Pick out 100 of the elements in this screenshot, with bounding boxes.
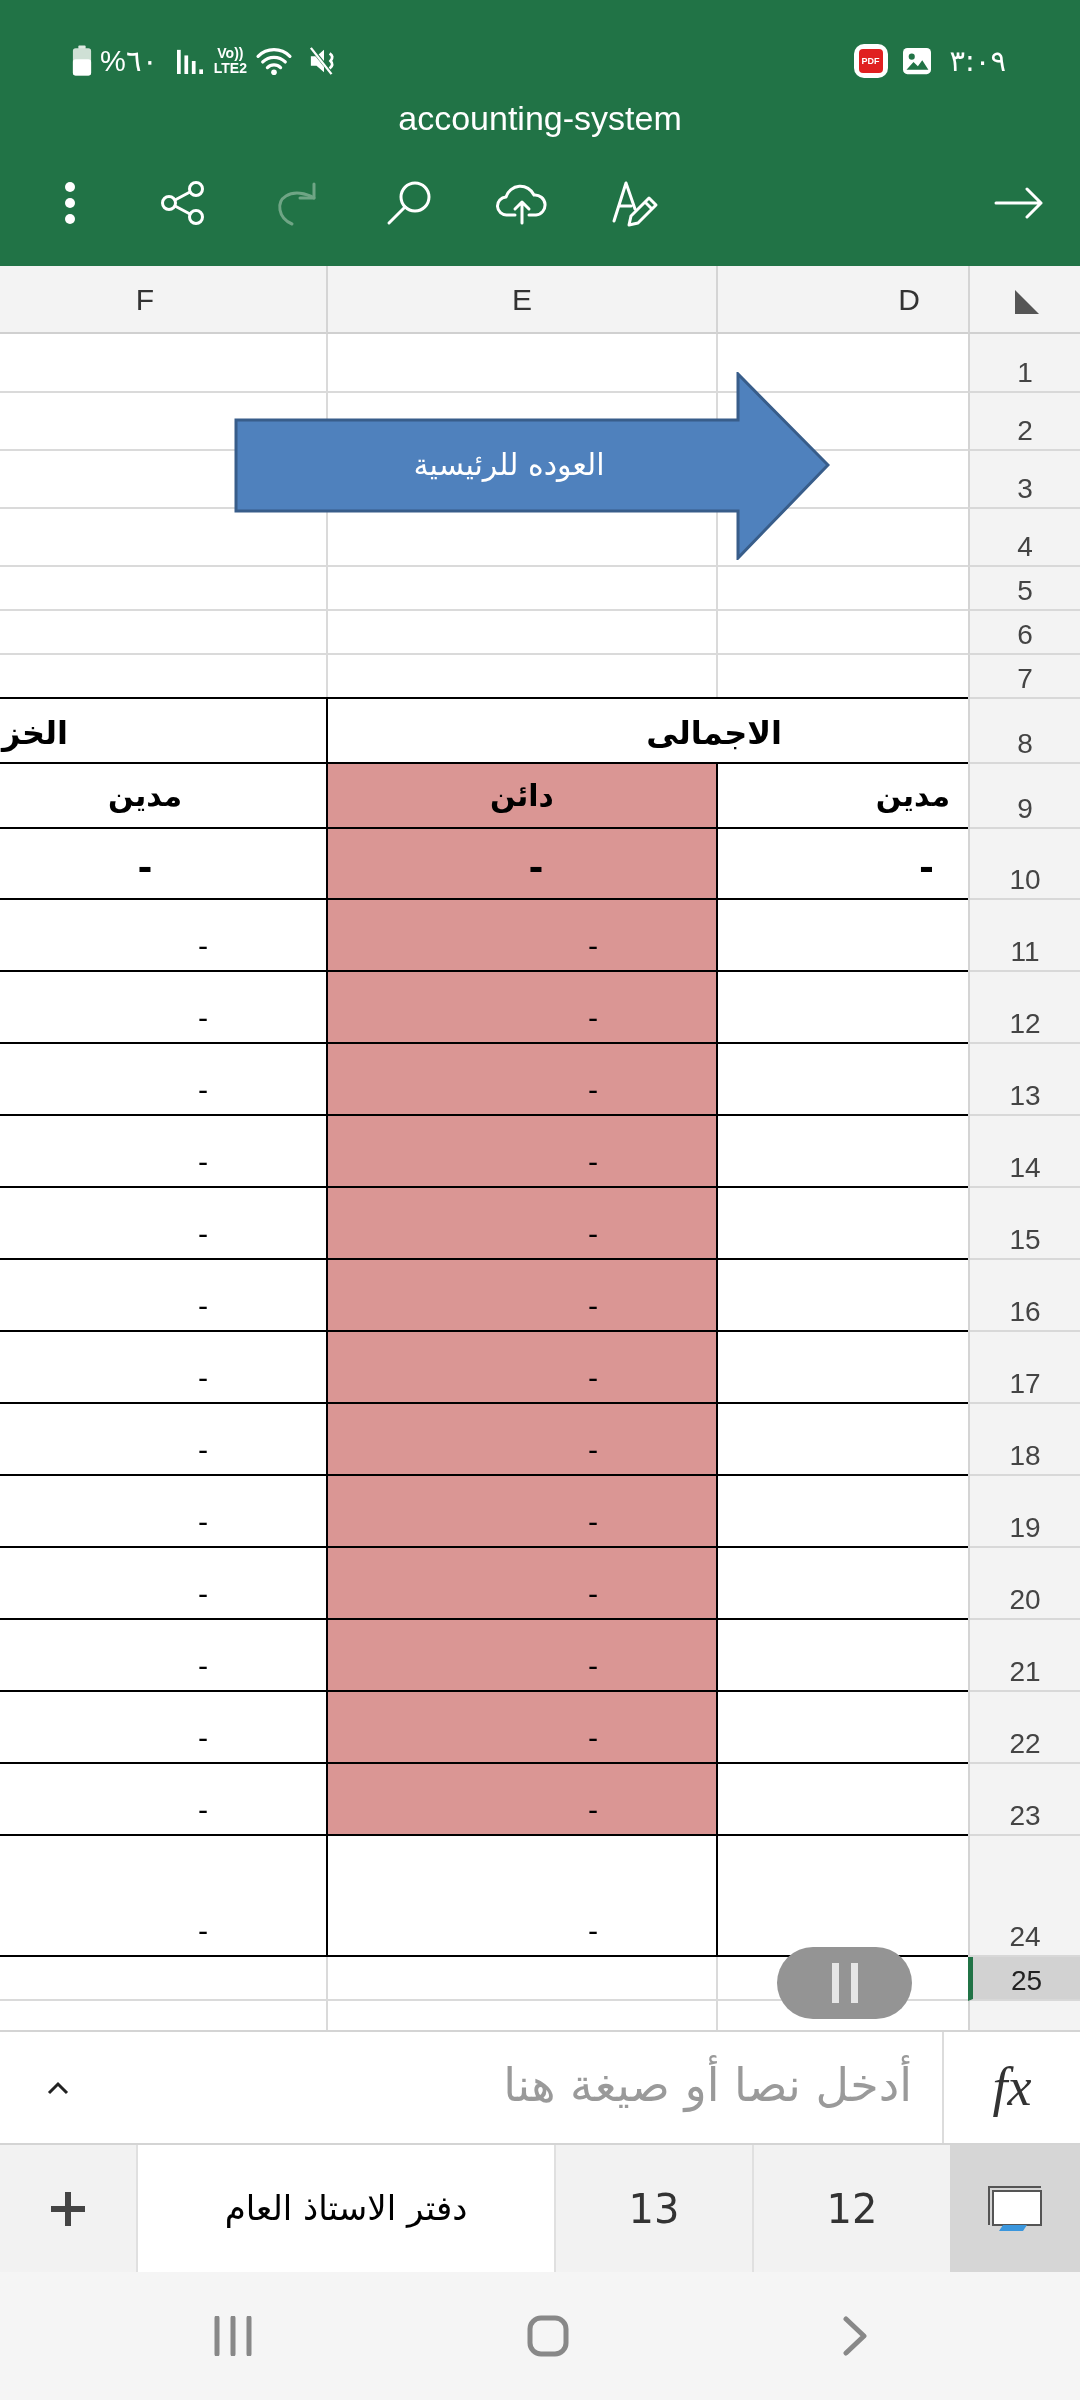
shaded-cell[interactable]: - [326,1116,716,1188]
image-icon [901,47,932,75]
row-header[interactable]: 5 [968,567,1080,611]
shaded-cell[interactable]: - [326,1260,716,1332]
table-cell[interactable]: - [716,829,968,900]
row-header[interactable]: 15 [968,1188,1080,1260]
shaded-cell[interactable]: - [326,1764,716,1836]
table-cell[interactable] [716,972,968,1044]
function-button[interactable]: fx [942,2032,1080,2143]
total-value: - [919,847,934,888]
cell-value: - [587,930,598,964]
cell-value: - [197,1146,208,1180]
sheet-list-button[interactable] [950,2145,1080,2272]
shaded-cell[interactable]: دائن [326,764,716,829]
column-heading: دائن [490,776,554,815]
row-header[interactable]: 16 [968,1260,1080,1332]
share-icon[interactable] [159,180,206,226]
shaded-cell[interactable]: - [326,972,716,1044]
corner-triangle-icon [1015,290,1039,314]
shaded-cell[interactable]: - [326,1548,716,1620]
cell-value: - [587,1506,598,1540]
row-header[interactable]: 20 [968,1548,1080,1620]
row-header[interactable]: 14 [968,1116,1080,1188]
shaded-cell[interactable]: - [326,1332,716,1404]
shaded-cell[interactable]: - [326,900,716,972]
shape-label: العوده للرئيسية [413,446,605,484]
arrow-shape[interactable] [234,372,830,560]
search-icon[interactable] [385,180,432,226]
text-pencil-icon[interactable] [610,179,659,227]
row-header[interactable]: 22 [968,1692,1080,1764]
shaded-cell[interactable]: - [326,829,716,900]
chevron-up-icon[interactable] [47,2080,69,2095]
shaded-cell[interactable]: - [326,1188,716,1260]
shaded-cell[interactable]: - [326,1476,716,1548]
cell-value: - [197,1794,208,1828]
volte-label: Vo)) [217,46,244,61]
shaded-cell[interactable]: - [326,1044,716,1116]
sheet-tab[interactable]: دفتر الاستاذ العام [136,2145,554,2272]
row-header[interactable]: 7 [968,655,1080,699]
table-cell[interactable]: مدين [716,764,968,829]
table-cell[interactable]: - [326,1836,716,1957]
row-header[interactable]: 1 [968,334,1080,393]
column-heading: مدين [107,776,183,815]
cell-value: - [197,1915,208,1949]
row-header[interactable]: 12 [968,972,1080,1044]
column-header[interactable]: D [716,266,968,334]
total-value: - [528,847,544,888]
row-header[interactable]: 6 [968,611,1080,655]
chevron-right-icon[interactable] [843,2316,867,2356]
row-header[interactable]: 17 [968,1332,1080,1404]
table-cell[interactable]: الاجمالى [326,699,968,764]
row-header[interactable]: 4 [968,509,1080,567]
shaded-cell[interactable]: - [326,1692,716,1764]
table-cell[interactable] [716,1404,968,1476]
column-heading: مدين [875,776,950,815]
table-cell[interactable] [716,1260,968,1332]
cell-value: - [587,1074,598,1108]
row-header[interactable]: 23 [968,1764,1080,1836]
table-cell[interactable] [716,1044,968,1116]
cell-value: - [587,1146,598,1180]
section-title: الاجمالى [646,712,782,753]
row-header[interactable]: 21 [968,1620,1080,1692]
battery-percentage: %٦٠ [100,46,158,76]
row-header[interactable]: 18 [968,1404,1080,1476]
row-header[interactable]: 3 [968,451,1080,509]
row-header[interactable]: 19 [968,1476,1080,1548]
row-header[interactable]: 8 [968,699,1080,764]
table-cell[interactable] [716,900,968,972]
table-cell[interactable] [716,1548,968,1620]
table-cell[interactable] [716,1620,968,1692]
table-cell[interactable] [716,1116,968,1188]
select-all-corner[interactable] [968,266,1080,334]
cell-value: - [197,1290,208,1324]
table-cell[interactable] [716,1692,968,1764]
document-title: accounting-system [398,98,682,139]
plus-icon [49,2189,87,2228]
arrow-right-icon[interactable] [994,186,1044,220]
row-header[interactable]: 2 [968,393,1080,451]
shaded-cell[interactable]: - [326,1620,716,1692]
network-type: LTE2 [213,61,247,76]
more-icon[interactable] [63,181,76,225]
rounded-square-icon[interactable] [527,2315,569,2357]
vertical-bars-icon[interactable] [213,2316,253,2356]
cell-value: - [587,1362,598,1396]
row-header[interactable]: 13 [968,1044,1080,1116]
column-header[interactable]: F [0,266,326,334]
row-header[interactable]: 24 [968,1836,1080,1957]
row-header[interactable]: 10 [968,829,1080,900]
column-header[interactable]: E [326,266,716,334]
table-cell[interactable] [716,1332,968,1404]
cell-value: - [587,1002,598,1036]
table-cell[interactable] [716,1836,968,1957]
table-cell[interactable] [716,1764,968,1836]
table-cell[interactable] [716,1476,968,1548]
table-cell[interactable] [716,1188,968,1260]
row-header[interactable]: 11 [968,900,1080,972]
cell-value: - [197,1650,208,1684]
shaded-cell[interactable]: - [326,1404,716,1476]
row-header[interactable]: 9 [968,764,1080,829]
row-header[interactable]: 25 [968,1957,1080,2001]
